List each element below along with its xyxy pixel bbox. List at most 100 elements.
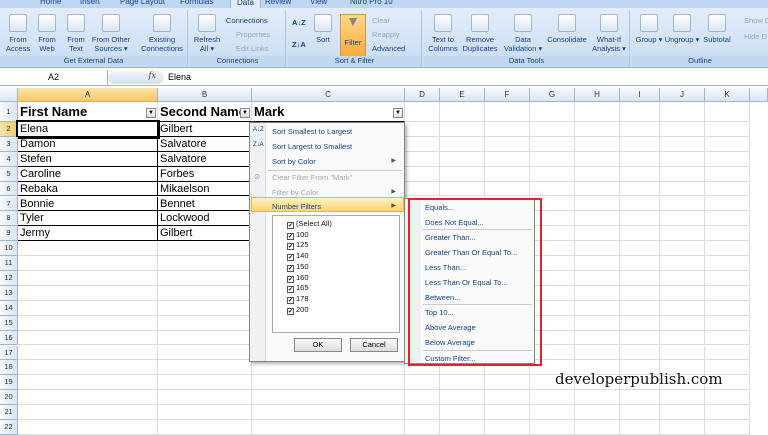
cell-A19[interactable] — [18, 375, 158, 391]
cell-B18[interactable] — [158, 360, 252, 376]
cell-D3[interactable] — [405, 136, 440, 152]
cell-E21[interactable] — [440, 405, 485, 420]
what-if-analysis-button[interactable]: What-If Analysis ▾ — [590, 14, 628, 53]
cell-J21[interactable] — [660, 405, 705, 420]
row-header-19[interactable]: 19 — [0, 375, 18, 391]
subtotal-button[interactable]: Subtotal — [700, 14, 734, 44]
cell-K17[interactable] — [705, 345, 750, 361]
cell-G5[interactable] — [530, 166, 575, 182]
cell-H7[interactable] — [575, 196, 620, 212]
cell-C18[interactable] — [252, 360, 405, 376]
cell-A20[interactable] — [18, 390, 158, 406]
cell-F2[interactable] — [485, 122, 530, 137]
filter-dropdown-icon[interactable]: ▼ — [146, 108, 156, 118]
cell-C21[interactable] — [252, 405, 405, 420]
cell-K5[interactable] — [705, 166, 750, 182]
cell-G4[interactable] — [530, 151, 575, 167]
row-header-3[interactable]: 3 — [0, 136, 18, 152]
cell-K1[interactable] — [705, 102, 750, 122]
cell-A16[interactable] — [18, 330, 158, 346]
cell-A1[interactable]: First Name — [18, 102, 158, 122]
existing-connections-button[interactable]: Existing Connections — [138, 14, 186, 53]
row-header-1[interactable]: 1 — [0, 102, 18, 122]
select-all-corner[interactable] — [0, 88, 18, 102]
cell-B2[interactable]: Gilbert — [158, 122, 252, 137]
cell-K9[interactable] — [705, 226, 750, 242]
cell-J5[interactable] — [660, 166, 705, 182]
from-access-button[interactable]: From Access — [4, 14, 32, 53]
cell-K16[interactable] — [705, 330, 750, 346]
row-header-21[interactable]: 21 — [0, 405, 18, 420]
cell-E3[interactable] — [440, 136, 485, 152]
sort-ascending-icon[interactable]: A↓Z — [292, 18, 306, 27]
row-header-6[interactable]: 6 — [0, 181, 18, 197]
cell-G3[interactable] — [530, 136, 575, 152]
cell-I10[interactable] — [620, 241, 660, 257]
cell-F22[interactable] — [485, 420, 530, 435]
menu-clear-filter[interactable]: Clear Filter From "Mark" — [272, 173, 352, 182]
cell-A10[interactable] — [18, 241, 158, 257]
tab-insert[interactable]: Insert — [80, 0, 100, 6]
remove-duplicates-button[interactable]: Remove Duplicates — [462, 14, 498, 53]
cell-B15[interactable] — [158, 315, 252, 331]
cell-G22[interactable] — [530, 420, 575, 435]
cell-B16[interactable] — [158, 330, 252, 346]
cell-K15[interactable] — [705, 315, 750, 331]
cell-K7[interactable] — [705, 196, 750, 212]
cell-H3[interactable] — [575, 136, 620, 152]
text-to-columns-button[interactable]: Text to Columns — [426, 14, 460, 53]
cell-A8[interactable]: Tyler — [18, 211, 158, 227]
cell-J2[interactable] — [660, 122, 705, 137]
tab-home[interactable]: Home — [40, 0, 61, 6]
checkbox-checked-icon[interactable]: ✔ — [287, 296, 294, 304]
column-header-J[interactable]: J — [660, 88, 705, 102]
cell-D21[interactable] — [405, 405, 440, 420]
row-header-7[interactable]: 7 — [0, 196, 18, 212]
cell-H1[interactable] — [575, 102, 620, 122]
cell-B20[interactable] — [158, 390, 252, 406]
cell-F20[interactable] — [485, 390, 530, 406]
cell-B10[interactable] — [158, 241, 252, 257]
edit-links-button[interactable]: Edit Links — [236, 44, 269, 53]
row-header-2[interactable]: 2 — [0, 122, 18, 137]
cell-C22[interactable] — [252, 420, 405, 435]
cell-C19[interactable] — [252, 375, 405, 391]
column-header-K[interactable]: K — [705, 88, 750, 102]
cell-A22[interactable] — [18, 420, 158, 435]
cell-B21[interactable] — [158, 405, 252, 420]
cell-A3[interactable]: Damon — [18, 136, 158, 152]
cell-D6[interactable] — [405, 181, 440, 197]
row-header-8[interactable]: 8 — [0, 211, 18, 227]
group-button[interactable]: Group ▾ — [634, 14, 664, 44]
row-header-4[interactable]: 4 — [0, 151, 18, 167]
filter-value-item[interactable]: ✔ 178 — [287, 294, 309, 304]
cell-K12[interactable] — [705, 271, 750, 286]
cell-D5[interactable] — [405, 166, 440, 182]
filter-value-item[interactable]: ✔ (Select All) — [287, 219, 332, 229]
cell-I8[interactable] — [620, 211, 660, 227]
cell-G1[interactable] — [530, 102, 575, 122]
cell-B14[interactable] — [158, 300, 252, 316]
cell-F6[interactable] — [485, 181, 530, 197]
cell-J1[interactable] — [660, 102, 705, 122]
cell-B19[interactable] — [158, 375, 252, 391]
cell-B13[interactable] — [158, 285, 252, 301]
cell-B7[interactable]: Bennet — [158, 196, 252, 212]
cell-D20[interactable] — [405, 390, 440, 406]
cell-H17[interactable] — [575, 345, 620, 361]
cell-J6[interactable] — [660, 181, 705, 197]
cell-J20[interactable] — [660, 390, 705, 406]
row-header-17[interactable]: 17 — [0, 345, 18, 361]
cell-I7[interactable] — [620, 196, 660, 212]
cell-J11[interactable] — [660, 256, 705, 271]
cell-F5[interactable] — [485, 166, 530, 182]
filter-value-item[interactable]: ✔ 140 — [287, 251, 309, 262]
cell-E20[interactable] — [440, 390, 485, 406]
tab-view[interactable]: View — [310, 0, 327, 6]
cell-F4[interactable] — [485, 151, 530, 167]
cell-H22[interactable] — [575, 420, 620, 435]
name-box[interactable]: A2 — [0, 70, 108, 85]
cell-H10[interactable] — [575, 241, 620, 257]
row-header-16[interactable]: 16 — [0, 330, 18, 346]
cell-J17[interactable] — [660, 345, 705, 361]
